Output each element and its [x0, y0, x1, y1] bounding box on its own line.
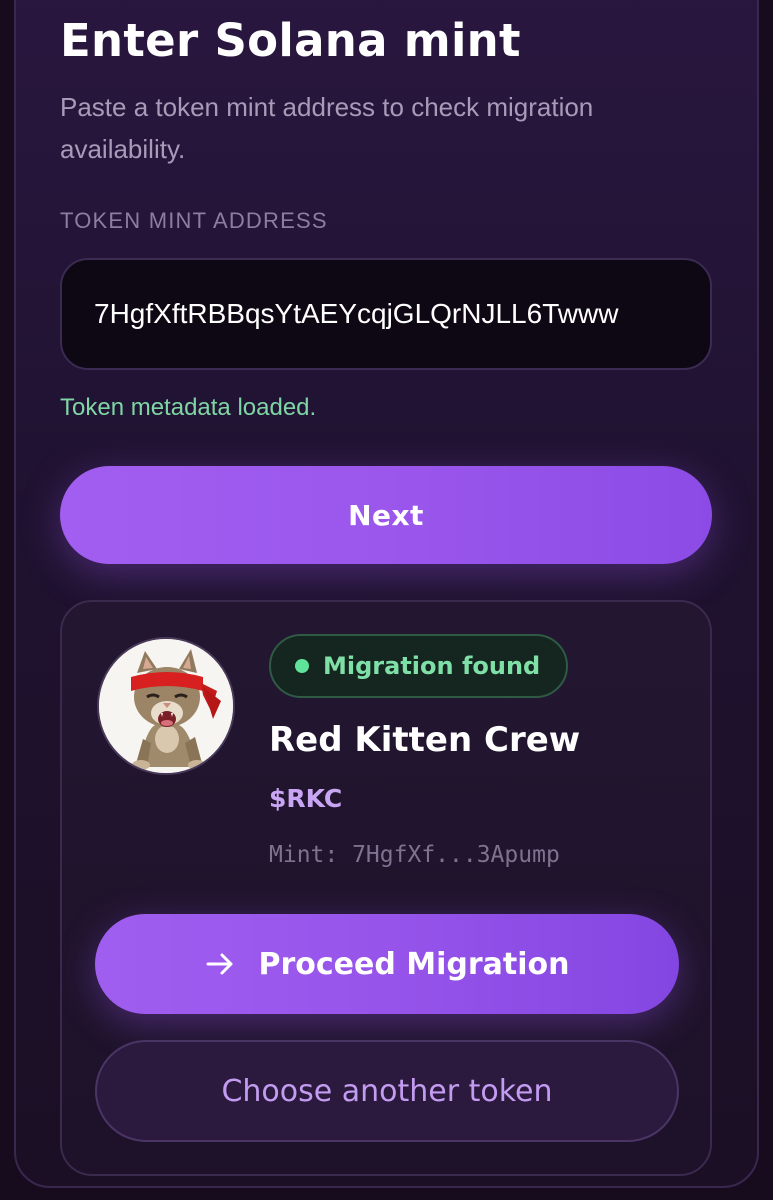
next-button[interactable]: Next	[60, 466, 712, 564]
token-avatar	[97, 637, 235, 775]
page-subtitle: Paste a token mint address to check migr…	[60, 92, 594, 164]
proceed-migration-label: Proceed Migration	[258, 946, 570, 982]
token-mint-address: Mint: 7HgfXf...3Apump	[269, 842, 560, 868]
mint-address-label: TOKEN MINT ADDRESS	[60, 208, 328, 233]
mint-address-field[interactable]	[60, 258, 712, 370]
token-symbol: $RKC	[269, 784, 343, 813]
mint-address-input[interactable]	[94, 260, 676, 368]
red-headband-kitten-avatar-icon	[99, 639, 233, 773]
proceed-migration-button[interactable]: Proceed Migration	[95, 914, 679, 1014]
token-result-card: Migration found Red Kitten Crew $RKC Min…	[60, 600, 712, 1176]
choose-another-token-button[interactable]: Choose another token	[95, 1040, 679, 1142]
migration-status-badge: Migration found	[269, 634, 569, 698]
arrow-right-icon	[204, 948, 236, 980]
page: Enter Solana mint Paste a token mint add…	[0, 0, 773, 1200]
status-dot-icon	[295, 659, 309, 673]
migration-status-text: Migration found	[323, 652, 541, 680]
page-title: Enter Solana mint	[60, 14, 521, 67]
token-name: Red Kitten Crew	[269, 720, 581, 760]
status-message: Token metadata loaded.	[60, 394, 317, 421]
